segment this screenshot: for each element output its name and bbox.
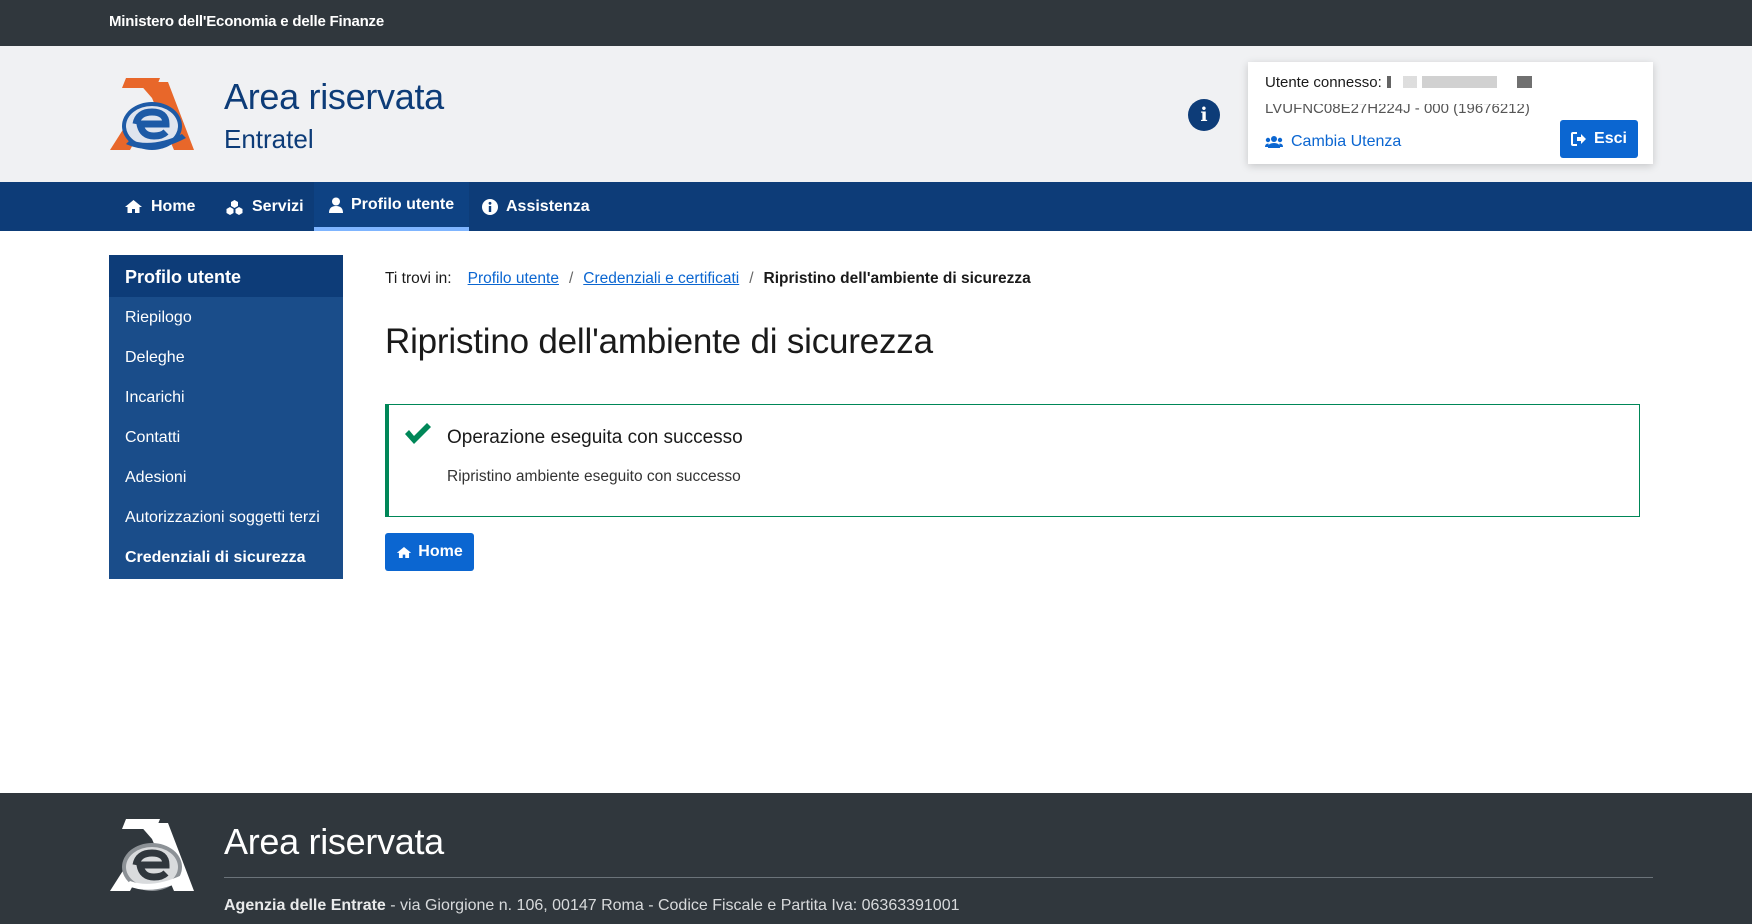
nav-servizi-label: Servizi <box>252 197 304 215</box>
nav-profilo-utente-label: Profilo utente <box>351 195 455 213</box>
ministry-name: Ministero dell'Economia e delle Finanze <box>109 13 384 30</box>
breadcrumb-link-credenziali[interactable]: Credenziali e certificati <box>583 270 739 288</box>
sidebar-item-riepilogo[interactable]: Riepilogo <box>109 297 343 337</box>
breadcrumb-link-profilo[interactable]: Profilo utente <box>468 270 559 288</box>
app-subtitle: Entratel <box>224 124 314 154</box>
cubes-icon <box>226 199 243 215</box>
logout-label: Esci <box>1594 130 1627 147</box>
main-nav: Home Servizi Profilo utente Assistenza <box>0 182 1752 231</box>
alert-message: Ripristino ambiente eseguito con success… <box>447 468 741 485</box>
sidebar-item-adesioni[interactable]: Adesioni <box>109 457 343 497</box>
home-button[interactable]: Home <box>385 533 474 571</box>
sidebar-item-incarichi[interactable]: Incarichi <box>109 377 343 417</box>
home-button-label: Home <box>418 543 463 560</box>
app-title: Area riservata <box>224 76 444 117</box>
breadcrumb-prefix: Ti trovi in: <box>385 270 452 287</box>
footer-agency: Agenzia delle Entrate <box>224 897 386 914</box>
breadcrumb-separator: / <box>568 270 574 287</box>
sign-out-icon <box>1571 132 1587 146</box>
sidebar-heading[interactable]: Profilo utente <box>109 255 343 297</box>
footer-title: Area riservata <box>224 821 444 862</box>
sidebar-item-autorizzazioni[interactable]: Autorizzazioni soggetti terzi <box>109 497 343 537</box>
footer-address-text: - via Giorgione n. 106, 00147 Roma - Cod… <box>385 897 960 914</box>
info-circle-icon <box>482 198 498 215</box>
nav-home-label: Home <box>151 197 196 215</box>
alert-title: Operazione eseguita con successo <box>447 427 743 448</box>
agenzia-entrate-logo-mono <box>110 819 194 891</box>
redaction-mask <box>1265 98 1540 104</box>
success-alert: Operazione eseguita con successo Riprist… <box>385 404 1640 517</box>
sidebar-item-deleghe[interactable]: Deleghe <box>109 337 343 377</box>
nav-assistenza-label: Assistenza <box>506 197 590 215</box>
connected-user-label: Utente connesso: <box>1265 74 1382 91</box>
users-icon <box>1265 136 1283 148</box>
footer: Area riservata Agenzia delle Entrate - v… <box>0 793 1752 924</box>
nav-servizi[interactable]: Servizi <box>210 182 319 231</box>
logout-button[interactable]: Esci <box>1560 120 1638 158</box>
check-icon <box>405 423 431 444</box>
footer-divider <box>224 877 1653 878</box>
nav-profilo-utente[interactable]: Profilo utente <box>314 182 470 231</box>
home-icon <box>125 200 142 213</box>
user-icon <box>329 197 343 213</box>
nav-home[interactable]: Home <box>109 182 210 231</box>
sidebar: Profilo utente Riepilogo Deleghe Incaric… <box>109 255 343 579</box>
page-title: Ripristino dell'ambiente di sicurezza <box>385 322 933 361</box>
user-panel: Utente connesso: LVUFNC08E27H224J - 000 … <box>1248 62 1653 164</box>
sidebar-item-credenziali[interactable]: Credenziali di sicurezza <box>109 537 343 577</box>
agenzia-entrate-logo[interactable] <box>108 76 196 154</box>
header: Area riservata Entratel i Utente conness… <box>0 46 1752 182</box>
breadcrumb-current: Ripristino dell'ambiente di sicurezza <box>763 270 1031 287</box>
ministry-bar: Ministero dell'Economia e delle Finanze <box>0 0 1752 46</box>
info-icon[interactable]: i <box>1188 99 1220 131</box>
nav-assistenza[interactable]: Assistenza <box>467 182 605 231</box>
home-icon <box>397 546 412 558</box>
footer-address: Agenzia delle Entrate - via Giorgione n.… <box>224 897 960 915</box>
breadcrumb: Ti trovi in: Profilo utente / Credenzial… <box>385 270 1031 288</box>
breadcrumb-separator: / <box>749 270 754 287</box>
switch-user-link[interactable]: Cambia Utenza <box>1265 133 1401 151</box>
sidebar-item-contatti[interactable]: Contatti <box>109 417 343 457</box>
switch-user-label: Cambia Utenza <box>1291 133 1402 150</box>
connected-user-name-redacted <box>1387 74 1537 90</box>
